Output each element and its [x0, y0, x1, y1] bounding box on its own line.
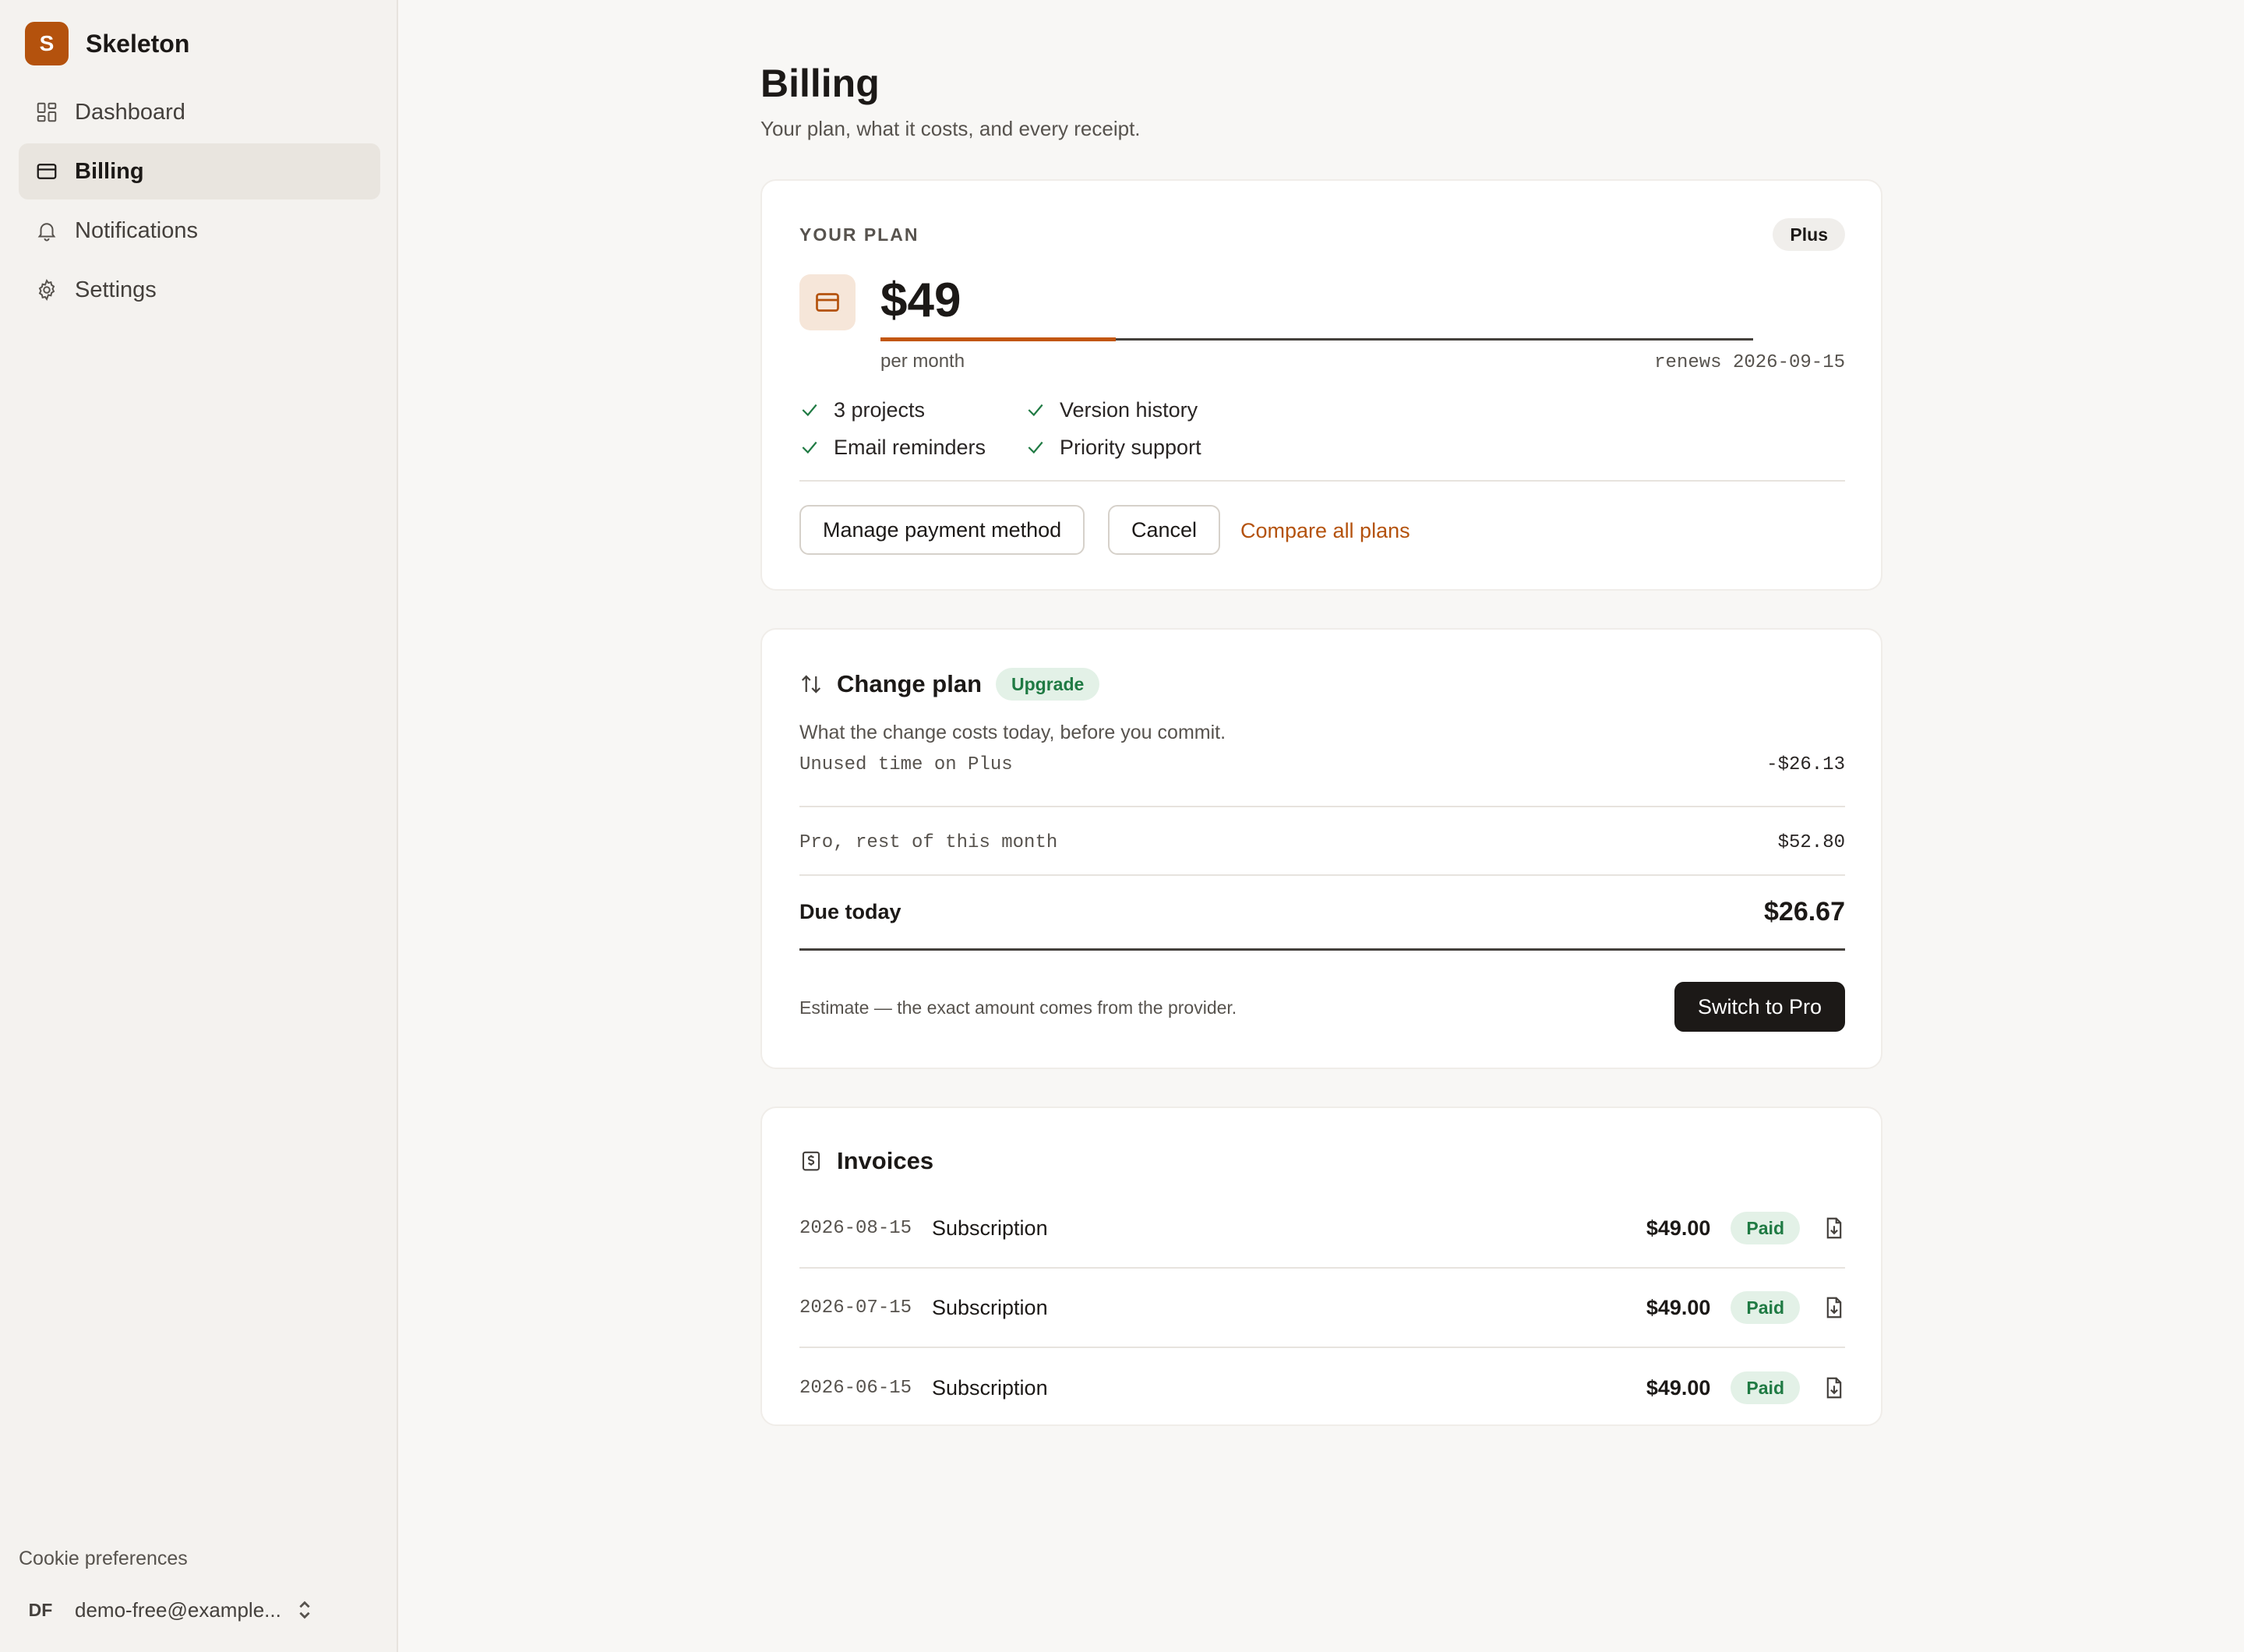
invoice-row: 2026-07-15 Subscription $49.00 Paid: [799, 1269, 1845, 1348]
download-invoice-icon[interactable]: [1823, 1376, 1845, 1400]
sidebar-item-label: Billing: [75, 158, 144, 184]
plan-features: 3 projects Version history Email reminde…: [799, 397, 1228, 460]
manage-payment-method-button[interactable]: Manage payment method: [799, 505, 1085, 555]
proration-line: Unused time on Plus -$26.13: [799, 742, 1845, 807]
sidebar-item-notifications[interactable]: Notifications: [19, 203, 380, 259]
sidebar-item-label: Settings: [75, 277, 157, 302]
brand[interactable]: S Skeleton: [25, 22, 189, 65]
sidebar: S Skeleton Dashboard Billing Notificatio…: [0, 0, 398, 1652]
plan-feature: Email reminders: [799, 435, 1025, 460]
proration-line: Pro, rest of this month $52.80: [799, 810, 1845, 876]
change-plan-description: What the change costs today, before you …: [799, 722, 1226, 743]
status-badge: Paid: [1731, 1291, 1800, 1324]
billing-cycle-progress: [880, 337, 1753, 341]
plan-feature: Version history: [1025, 397, 1228, 422]
invoice-description: Subscription: [932, 1295, 1048, 1319]
change-plan-header: Change plan Upgrade: [799, 667, 1100, 701]
invoice-amount: $49.00: [1646, 1295, 1711, 1319]
sidebar-item-label: Dashboard: [75, 99, 185, 125]
status-badge: Paid: [1731, 1212, 1800, 1244]
plan-badge: Plus: [1773, 218, 1845, 251]
plan-feature-label: Email reminders: [834, 435, 986, 459]
invoice-amount: $49.00: [1646, 1375, 1711, 1400]
upgrade-badge: Upgrade: [996, 668, 1100, 701]
invoice-row: 2026-06-15 Subscription $49.00 Paid: [799, 1348, 1845, 1428]
receipt-icon: [802, 1151, 820, 1171]
invoice-list: 2026-08-15 Subscription $49.00 Paid 2026…: [799, 1189, 1845, 1428]
gear-icon: [34, 277, 59, 302]
bell-icon: [34, 218, 59, 243]
page-title: Billing: [760, 62, 880, 105]
plan-card: YOUR PLAN Plus $49 per month renews 2026…: [760, 179, 1882, 591]
avatar: DF: [28, 1599, 53, 1620]
invoice-date: 2026-06-15: [799, 1377, 912, 1399]
due-today-row: Due today $26.67: [799, 876, 1845, 951]
due-today-label: Due today: [799, 900, 901, 923]
page-subtitle: Your plan, what it costs, and every rece…: [760, 117, 1141, 140]
check-icon: [802, 441, 817, 454]
proration-line-label: Unused time on Plus: [799, 754, 1013, 775]
estimate-note: Estimate — the exact amount comes from t…: [799, 997, 1237, 1018]
change-plan-title: Change plan: [837, 670, 983, 697]
download-invoice-icon[interactable]: [1823, 1216, 1845, 1240]
chevron-up-down-icon: [299, 1601, 310, 1619]
switch-to-pro-button[interactable]: Switch to Pro: [1674, 982, 1845, 1032]
brand-logo: S: [25, 22, 69, 65]
download-invoice-icon[interactable]: [1823, 1296, 1845, 1319]
due-today-amount: $26.67: [1764, 897, 1845, 927]
credit-card-icon: [34, 159, 59, 184]
proration-line-amount: $52.80: [1777, 831, 1845, 853]
proration-line-amount: -$26.13: [1766, 754, 1845, 775]
check-icon: [1028, 441, 1043, 454]
billing-cycle-progress-fill: [880, 337, 1117, 341]
brand-name: Skeleton: [86, 29, 190, 58]
invoice-description: Subscription: [932, 1216, 1048, 1240]
dashboard-icon: [34, 100, 59, 125]
plan-feature: Priority support: [1025, 435, 1228, 460]
change-plan-card: Change plan Upgrade What the change cost…: [760, 628, 1882, 1069]
account-email: demo-free@example...: [75, 1597, 281, 1622]
invoices-header: Invoices: [799, 1144, 933, 1178]
plan-feature-label: 3 projects: [834, 397, 926, 422]
sidebar-item-billing[interactable]: Billing: [19, 143, 380, 199]
invoice-description: Subscription: [932, 1375, 1048, 1400]
plan-price: $49: [880, 274, 961, 327]
account-switcher[interactable]: DF demo-free@example...: [19, 1590, 330, 1630]
arrows-up-down-icon: [801, 675, 821, 694]
invoice-date: 2026-08-15: [799, 1217, 912, 1239]
check-icon: [802, 404, 817, 417]
plan-feature: 3 projects: [799, 397, 1025, 422]
sidebar-nav: Dashboard Billing Notifications Settings: [19, 84, 380, 321]
invoice-row: 2026-08-15 Subscription $49.00 Paid: [799, 1189, 1845, 1269]
credit-card-icon: [799, 274, 856, 330]
sidebar-item-settings[interactable]: Settings: [19, 262, 380, 318]
divider: [799, 480, 1845, 482]
cancel-plan-button[interactable]: Cancel: [1108, 505, 1221, 555]
plan-feature-label: Version history: [1060, 397, 1198, 422]
invoice-date: 2026-07-15: [799, 1297, 912, 1318]
invoices-title: Invoices: [837, 1147, 934, 1174]
proration-line-label: Pro, rest of this month: [799, 831, 1058, 853]
plan-feature-label: Priority support: [1060, 435, 1201, 459]
check-icon: [1028, 404, 1043, 417]
plan-period: per month: [880, 351, 965, 372]
cookie-preferences-link[interactable]: Cookie preferences: [19, 1548, 188, 1570]
plan-renewal-date: renews 2026-09-15: [1654, 352, 1845, 373]
compare-plans-link[interactable]: Compare all plans: [1240, 519, 1410, 543]
plan-eyebrow: YOUR PLAN: [799, 224, 919, 245]
status-badge: Paid: [1731, 1371, 1800, 1404]
sidebar-item-label: Notifications: [75, 217, 198, 243]
invoices-card: Invoices 2026-08-15 Subscription $49.00 …: [760, 1107, 1882, 1426]
invoice-amount: $49.00: [1646, 1216, 1711, 1240]
sidebar-item-dashboard[interactable]: Dashboard: [19, 84, 380, 140]
